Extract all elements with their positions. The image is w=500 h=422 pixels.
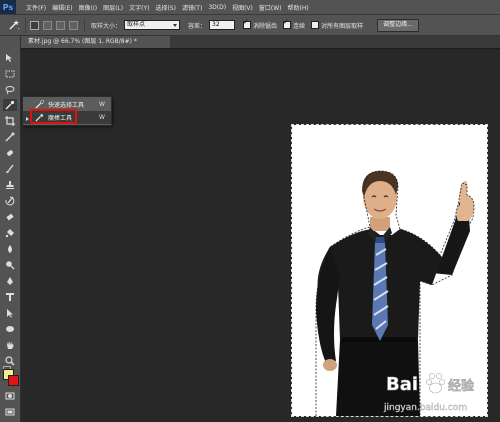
lasso-icon (5, 86, 15, 95)
background-color-swatch[interactable] (8, 375, 19, 386)
sample-all-layers-label: 对所有图层取样 (321, 22, 364, 30)
intersect-selection-button[interactable] (69, 20, 78, 30)
document-tab-bar: 素材.jpg @ 66.7% (图层 1, RGB/8#) * (20, 36, 500, 49)
blur-drop-icon (8, 245, 12, 253)
eraser-icon (6, 213, 14, 221)
magic-wand-tool[interactable] (3, 99, 17, 111)
marquee-tool[interactable] (3, 68, 17, 80)
shape-tool[interactable] (3, 323, 17, 335)
paint-bucket-icon (5, 229, 14, 238)
menu-help[interactable]: 帮助(H) (288, 3, 309, 12)
antialias-label: 消除锯齿 (253, 22, 278, 30)
watermark-brand: Bai (386, 374, 418, 395)
ellipse-shape-icon (6, 326, 14, 332)
add-to-selection-button[interactable] (43, 20, 52, 30)
magic-wand-shortcut: W (99, 114, 105, 121)
pen-icon (7, 277, 13, 285)
quick-mask-button[interactable] (3, 390, 17, 402)
screen-mode-icon (5, 408, 15, 416)
new-selection-button[interactable] (30, 20, 39, 30)
menu-file[interactable]: 文件(F) (26, 3, 46, 12)
dodge-tool[interactable] (3, 259, 17, 271)
sample-size-label: 取样大小： (91, 22, 122, 30)
menu-layer[interactable]: 图层(L) (103, 3, 123, 12)
quick-selection-icon (35, 100, 44, 109)
healing-brush-tool[interactable] (3, 147, 17, 159)
menu-view[interactable]: 视图(V) (232, 3, 253, 12)
path-selection-icon (7, 309, 13, 318)
stamp-icon (6, 181, 14, 189)
menu-select[interactable]: 选择(S) (155, 3, 176, 12)
magic-wand-icon (5, 100, 15, 110)
quick-selection-shortcut: W (99, 101, 105, 108)
magic-wand-icon (9, 20, 20, 30)
hand-icon (7, 341, 14, 349)
type-icon (6, 293, 14, 301)
crop-tool[interactable] (3, 115, 17, 127)
tools-panel (0, 36, 21, 422)
pen-tool[interactable] (3, 275, 17, 287)
rectangular-marquee-icon (5, 70, 15, 78)
eyedropper-tool[interactable] (3, 131, 17, 143)
move-tool[interactable] (3, 52, 17, 64)
antialias-checkbox[interactable] (243, 18, 252, 29)
watermark-brand2: 经验 (448, 378, 475, 394)
menu-bar: Ps 文件(F) 编辑(E) 图像(I) 图层(L) 文字(Y) 选择(S) 滤… (0, 0, 500, 15)
baidu-jingyan-watermark: Bai 经验 jingyan.baidu.com (378, 366, 498, 418)
subtract-from-selection-button[interactable] (56, 20, 65, 30)
blur-tool[interactable] (3, 243, 17, 255)
menu-3d[interactable]: 3D(D) (208, 4, 226, 11)
watermark-url: jingyan.baidu.com (383, 403, 467, 413)
quick-selection-label: 快速选择工具 (48, 102, 85, 109)
brush-icon (6, 164, 14, 173)
menu-edit[interactable]: 编辑(E) (52, 3, 72, 12)
dodge-icon (6, 261, 15, 270)
move-icon (6, 54, 12, 62)
screen-mode-button[interactable] (3, 406, 17, 418)
eyedropper-icon (5, 132, 15, 142)
sample-all-layers-checkbox[interactable] (311, 21, 320, 29)
contiguous-checkbox[interactable] (283, 18, 292, 29)
menu-filter[interactable]: 滤镜(T) (182, 3, 202, 12)
options-bar: 取样大小： 取样点 容差： 32 消除锯齿 连续 对所有图层取样 调整边缘... (0, 15, 500, 36)
separator (84, 19, 85, 31)
tolerance-label: 容差： (188, 22, 207, 30)
tool-preset-picker[interactable] (3, 17, 26, 33)
gradient-tool[interactable] (3, 227, 17, 239)
paw-logo-icon (426, 373, 445, 394)
quick-mask-icon (5, 392, 15, 400)
current-tool-bullet-icon (26, 117, 29, 121)
contiguous-label: 连续 (293, 22, 306, 30)
zoom-icon (5, 356, 15, 366)
history-brush-tool[interactable] (3, 195, 17, 207)
document-tab[interactable]: 素材.jpg @ 66.7% (图层 1, RGB/8#) * (20, 36, 170, 48)
menu-window[interactable]: 窗口(W) (259, 3, 282, 12)
crop-icon (5, 116, 15, 126)
eraser-tool[interactable] (3, 211, 17, 223)
path-selection-tool[interactable] (3, 307, 17, 319)
menu-image[interactable]: 图像(I) (79, 3, 97, 12)
photoshop-window: Ps 文件(F) 编辑(E) 图像(I) 图层(L) 文字(Y) 选择(S) 滤… (0, 0, 500, 422)
refine-edge-button[interactable]: 调整边缘... (377, 18, 419, 32)
highlight-annotation-box (30, 109, 77, 124)
clone-stamp-tool[interactable] (3, 179, 17, 191)
lasso-tool[interactable] (3, 84, 17, 96)
history-brush-icon (5, 196, 15, 206)
menu-type[interactable]: 文字(Y) (129, 3, 149, 12)
type-tool[interactable] (3, 291, 17, 303)
healing-brush-icon (7, 150, 13, 156)
ps-logo: Ps (0, 0, 16, 14)
brush-tool[interactable] (3, 163, 17, 175)
sample-size-select[interactable]: 取样点 (124, 20, 181, 30)
hand-tool[interactable] (3, 339, 17, 351)
tolerance-input[interactable]: 32 (209, 20, 236, 30)
